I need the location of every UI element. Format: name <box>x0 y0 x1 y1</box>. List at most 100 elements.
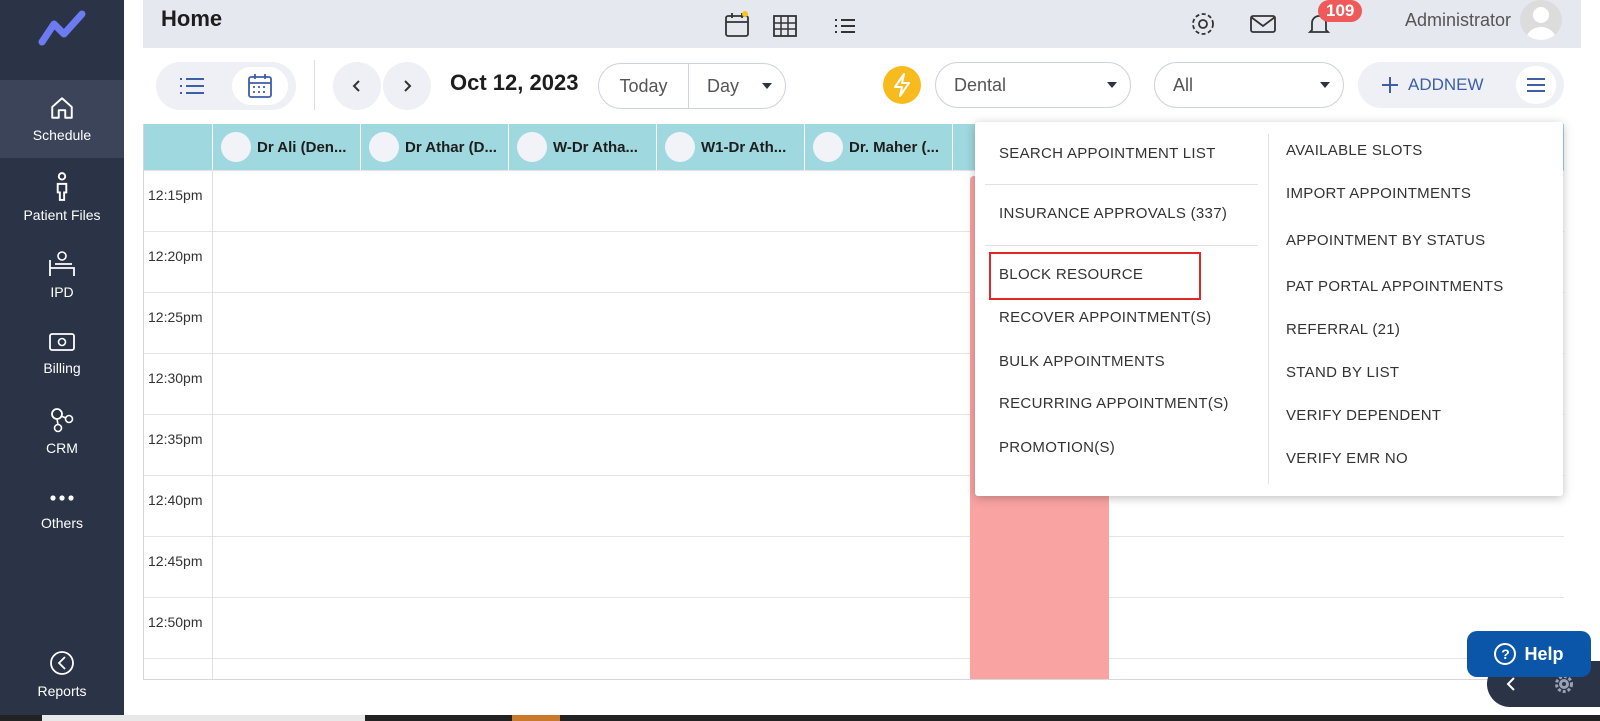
menu-item-available-slots[interactable]: AVAILABLE SLOTS <box>1286 142 1423 159</box>
resource-name: Dr Ali (Den... <box>257 138 347 156</box>
divider <box>314 60 315 110</box>
sidebar-item-reports[interactable]: Reports <box>0 635 124 713</box>
menu-item-bulk-appointments[interactable]: BULK APPOINTMENTS <box>999 353 1165 370</box>
doctor-avatar <box>517 132 547 162</box>
caret-down-icon <box>1107 82 1117 88</box>
more-menu-button[interactable] <box>1516 66 1556 104</box>
top-header: Home 109 Administrator <box>143 0 1581 48</box>
resource-column-header[interactable]: Dr Athar (D... <box>360 124 508 170</box>
department-select-value: Dental <box>954 74 1007 95</box>
menu-item-verify-emr-no[interactable]: VERIFY EMR NO <box>1286 450 1408 467</box>
resource-name: W-Dr Atha... <box>553 138 638 156</box>
time-label: 12:35pm <box>148 431 203 447</box>
time-slot-row[interactable] <box>144 658 1564 679</box>
user-avatar[interactable] <box>1520 0 1562 40</box>
schedule-toolbar: Oct 12, 2023 Today Day Dental All ADDNEW <box>143 48 1581 124</box>
menu-item-verify-dependent[interactable]: VERIFY DEPENDENT <box>1286 407 1441 424</box>
time-slot-row[interactable]: 12:50pm <box>144 597 1564 658</box>
menu-item-block-resource[interactable]: BLOCK RESOURCE <box>999 266 1143 283</box>
view-select-value: Day <box>707 75 740 96</box>
app-logo[interactable] <box>0 0 124 80</box>
view-toggle <box>156 62 296 110</box>
taskbar-segment <box>42 715 365 721</box>
sidebar-item-label: IPD <box>50 284 74 300</box>
menu-item-promotions[interactable]: PROMOTION(S) <box>999 439 1115 456</box>
mail-icon[interactable] <box>1249 10 1277 38</box>
taskbar-app-indicator <box>512 715 560 721</box>
doctor-avatar <box>665 132 695 162</box>
menu-item-insurance-approvals[interactable]: INSURANCE APPROVALS (337) <box>999 205 1227 222</box>
menu-item-recurring-appointments[interactable]: RECURRING APPOINTMENT(S) <box>999 395 1229 412</box>
user-name[interactable]: Administrator <box>1405 10 1511 31</box>
menu-item-referral[interactable]: REFERRAL (21) <box>1286 321 1400 338</box>
lightning-icon <box>894 73 910 97</box>
sidebar-item-label: CRM <box>46 440 78 456</box>
filter-select-value: All <box>1173 74 1194 95</box>
divider <box>985 184 1258 185</box>
question-icon: ? <box>1494 643 1517 665</box>
add-new-button[interactable]: ADDNEW <box>1358 62 1564 108</box>
chevron-left-icon[interactable] <box>1505 676 1517 692</box>
add-new-label: ADDNEW <box>1408 75 1484 94</box>
sidebar-item-schedule[interactable]: Schedule <box>0 80 124 158</box>
prev-day-button[interactable] <box>333 62 381 110</box>
caret-down-icon <box>1320 82 1330 88</box>
menu-item-recover-appointments[interactable]: RECOVER APPOINTMENT(S) <box>999 309 1211 326</box>
plus-icon <box>1382 77 1398 93</box>
today-day-group: Today Day <box>598 63 786 109</box>
resource-column-header[interactable] <box>952 124 972 170</box>
sidebar-item-ipd[interactable]: IPD <box>0 236 124 314</box>
sidebar-item-label: Schedule <box>32 127 92 143</box>
calendar-icon <box>248 74 272 98</box>
time-label: 12:30pm <box>148 370 203 386</box>
department-select[interactable]: Dental <box>935 62 1131 108</box>
next-day-button[interactable] <box>383 62 431 110</box>
menu-item-import-appointments[interactable]: IMPORT APPOINTMENTS <box>1286 185 1471 202</box>
calendar-pin-icon[interactable] <box>723 10 753 40</box>
time-slot-row[interactable]: 12:45pm <box>144 536 1564 597</box>
sidebar-item-billing[interactable]: Billing <box>0 314 124 392</box>
settings-gear-icon[interactable] <box>1189 10 1217 38</box>
calendar-view-button[interactable] <box>232 67 288 105</box>
view-select[interactable]: Day <box>689 76 785 97</box>
menu-item-stand-by-list[interactable]: STAND BY LIST <box>1286 364 1399 381</box>
sidebar-item-label: Patient Files <box>23 207 101 223</box>
menu-item-pat-portal-appointments[interactable]: PAT PORTAL APPOINTMENTS <box>1286 278 1504 295</box>
time-label: 12:50pm <box>148 614 203 630</box>
more-dots-icon <box>50 495 74 501</box>
help-button[interactable]: ? Help <box>1467 631 1591 677</box>
resource-column-header[interactable]: W-Dr Atha... <box>508 124 656 170</box>
sidebar-item-patient-files[interactable]: Patient Files <box>0 158 124 236</box>
quick-action-button[interactable] <box>883 66 921 104</box>
sidebar: Schedule Patient Files IPD Billing CRM O… <box>0 0 124 721</box>
time-label: 12:40pm <box>148 492 203 508</box>
list-view-button[interactable] <box>164 67 220 105</box>
list-icon[interactable] <box>831 12 859 40</box>
sidebar-item-others[interactable]: Others <box>0 470 124 548</box>
notification-badge: 109 <box>1318 0 1363 22</box>
time-label: 12:20pm <box>148 248 203 264</box>
resource-column-header[interactable]: Dr. Maher (... <box>804 124 952 170</box>
resource-column-header[interactable]: Dr Ali (Den... <box>212 124 360 170</box>
menu-item-appointment-by-status[interactable]: APPOINTMENT BY STATUS <box>1286 232 1485 249</box>
page-title: Home <box>161 6 223 31</box>
filter-select[interactable]: All <box>1154 62 1344 108</box>
resource-name: Dr Athar (D... <box>405 138 497 156</box>
patient-icon <box>56 172 68 201</box>
today-button[interactable]: Today <box>599 64 689 108</box>
resource-name: W1-Dr Ath... <box>701 138 787 156</box>
grid-table-icon[interactable] <box>771 12 799 40</box>
dropdown-column-divider <box>1268 134 1269 484</box>
doctor-avatar <box>221 132 251 162</box>
chevron-left-icon <box>352 80 360 92</box>
resource-column-header[interactable]: W1-Dr Ath... <box>656 124 804 170</box>
reports-icon <box>50 651 74 675</box>
sidebar-item-crm[interactable]: CRM <box>0 392 124 470</box>
chevron-right-icon <box>404 80 412 92</box>
time-column-divider <box>212 170 213 679</box>
menu-item-search-appointment-list[interactable]: SEARCH APPOINTMENT LIST <box>999 145 1216 162</box>
logo-icon <box>38 10 86 46</box>
time-label: 12:25pm <box>148 309 203 325</box>
caret-down-icon <box>762 83 772 89</box>
sidebar-item-label: Reports <box>37 683 87 699</box>
